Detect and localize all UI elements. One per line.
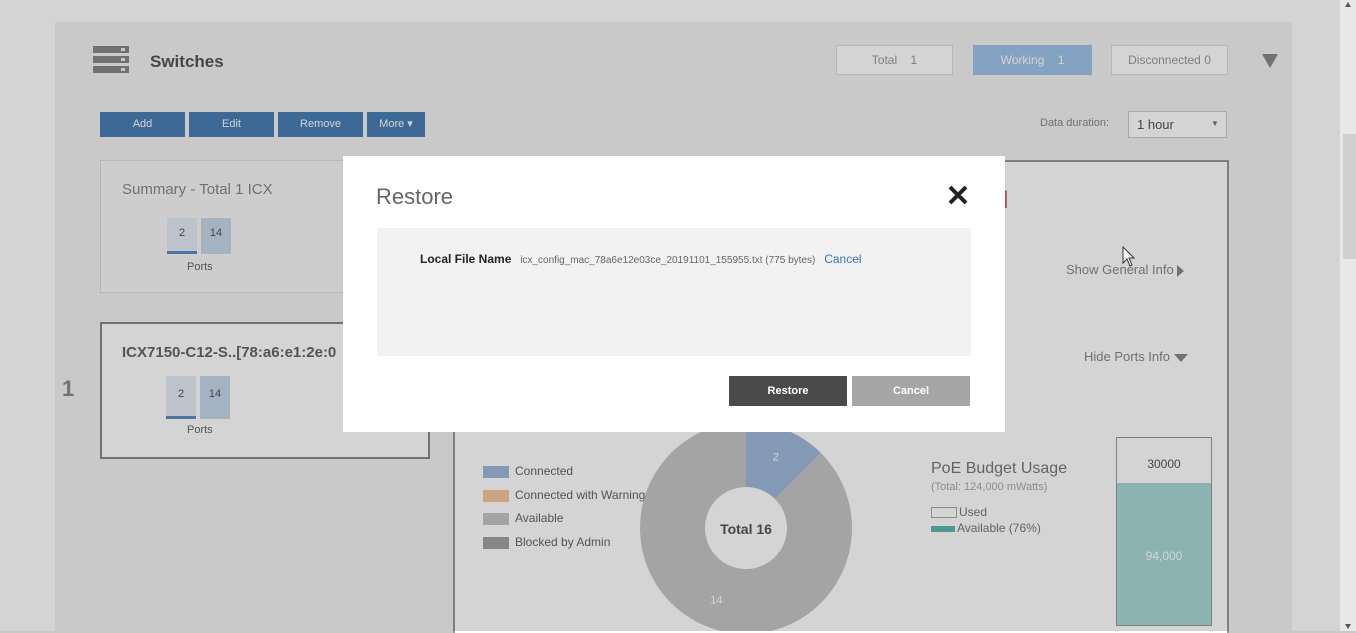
file-name-row: Local File Name icx_config_mac_78a6e12e0… [420,250,862,268]
vertical-scrollbar[interactable] [1340,0,1356,631]
restore-dialog: Restore Local File Name icx_config_mac_7… [343,156,1005,432]
dialog-title: Restore [376,184,454,209]
local-file-name-value: icx_config_mac_78a6e12e03ce_20191101_155… [520,255,816,266]
cancel-button[interactable]: Cancel [852,376,970,406]
scroll-down-icon[interactable] [1345,624,1351,629]
close-icon[interactable] [947,184,969,206]
file-cancel-link[interactable]: Cancel [824,252,861,266]
mouse-cursor-icon [1122,245,1136,273]
scroll-up-icon[interactable] [1345,2,1351,7]
file-info-box: Local File Name icx_config_mac_78a6e12e0… [377,228,971,356]
scrollbar-thumb[interactable] [1343,134,1356,259]
local-file-name-label: Local File Name [420,252,512,266]
restore-button[interactable]: Restore [729,376,847,406]
